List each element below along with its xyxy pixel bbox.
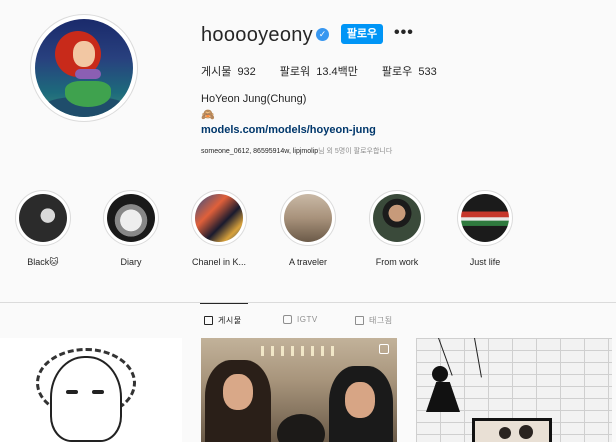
tab-posts[interactable]: 게시물 <box>204 315 242 326</box>
highlight-label: From work <box>375 257 419 267</box>
followed-by-text[interactable]: someone_0612, 86595914w, lipjmolip님 외 5명… <box>201 146 392 156</box>
active-tab-indicator <box>200 303 248 304</box>
highlight-chanel[interactable]: Chanel in K... <box>184 190 254 267</box>
highlight-label: A traveler <box>288 257 328 267</box>
stat-posts-label: 게시물 <box>201 66 232 78</box>
verified-badge-icon: ✓ <box>316 28 329 41</box>
profile-avatar[interactable] <box>30 14 138 122</box>
highlight-cover-image <box>373 194 421 242</box>
highlight-cover-image <box>107 194 155 242</box>
highlight-cover-image <box>461 194 509 242</box>
profile-link[interactable]: models.com/models/hoyeon-jung <box>201 124 376 136</box>
stat-posts-value: 932 <box>237 66 256 78</box>
tab-igtv-label: IGTV <box>297 315 318 324</box>
post-thumbnail[interactable] <box>416 338 612 442</box>
highlight-black[interactable]: Black🐱 <box>8 190 78 268</box>
stat-following-value: 533 <box>418 66 437 78</box>
highlight-from-work[interactable]: From work <box>362 190 432 267</box>
more-options-icon[interactable]: ••• <box>394 24 413 44</box>
profile-full-name: HoYeon Jung(Chung) <box>201 93 307 105</box>
profile-tabs: 게시물 IGTV 태그됨 <box>0 303 616 337</box>
tab-igtv[interactable]: IGTV <box>283 315 318 324</box>
follow-button[interactable]: 팔로우 <box>341 24 383 44</box>
grid-icon <box>204 316 213 325</box>
bio-emoji: 🙈 <box>201 109 215 121</box>
highlight-ring <box>280 190 336 246</box>
highlight-cover-image <box>195 194 243 242</box>
stat-posts: 게시물 932 <box>201 63 256 79</box>
stat-followers-value: 13.4백만 <box>316 66 358 78</box>
avatar-image <box>35 19 133 117</box>
highlight-label: Chanel in K... <box>191 257 247 267</box>
highlight-just-life[interactable]: Just life <box>450 190 520 267</box>
tab-tagged-label: 태그됨 <box>369 316 393 325</box>
followed-by-names: someone_0612, 86595914w, lipjmolip <box>201 148 319 155</box>
highlight-cover-image <box>284 194 332 242</box>
tab-tagged[interactable]: 태그됨 <box>355 315 393 326</box>
highlight-ring <box>191 190 247 246</box>
highlight-ring <box>103 190 159 246</box>
highlight-cover-image <box>19 194 67 242</box>
highlight-ring <box>369 190 425 246</box>
post-thumbnail[interactable] <box>0 338 182 442</box>
multiple-photos-icon <box>379 344 389 354</box>
highlight-ring <box>15 190 71 246</box>
post-thumbnail[interactable] <box>201 338 397 442</box>
profile-username: hooooyeony <box>201 24 313 46</box>
highlight-label: Just life <box>469 257 501 267</box>
highlight-traveler[interactable]: A traveler <box>273 190 343 267</box>
highlight-label: Diary <box>120 257 142 267</box>
followed-by-suffix: 님 외 5명이 팔로우합니다 <box>318 148 393 155</box>
stat-following[interactable]: 팔로우 533 <box>382 63 437 79</box>
highlight-label: Black🐱 <box>27 257 59 267</box>
tab-posts-label: 게시물 <box>218 316 242 325</box>
stat-followers-label: 팔로워 <box>279 66 311 78</box>
stat-followers[interactable]: 팔로워 13.4백만 <box>280 63 358 79</box>
highlight-ring <box>457 190 513 246</box>
igtv-icon <box>283 315 292 324</box>
tagged-icon <box>355 316 364 325</box>
highlight-diary[interactable]: Diary <box>96 190 166 267</box>
profile-stats: 게시물 932 팔로워 13.4백만 팔로우 533 <box>201 63 461 79</box>
stat-following-label: 팔로우 <box>381 66 413 78</box>
